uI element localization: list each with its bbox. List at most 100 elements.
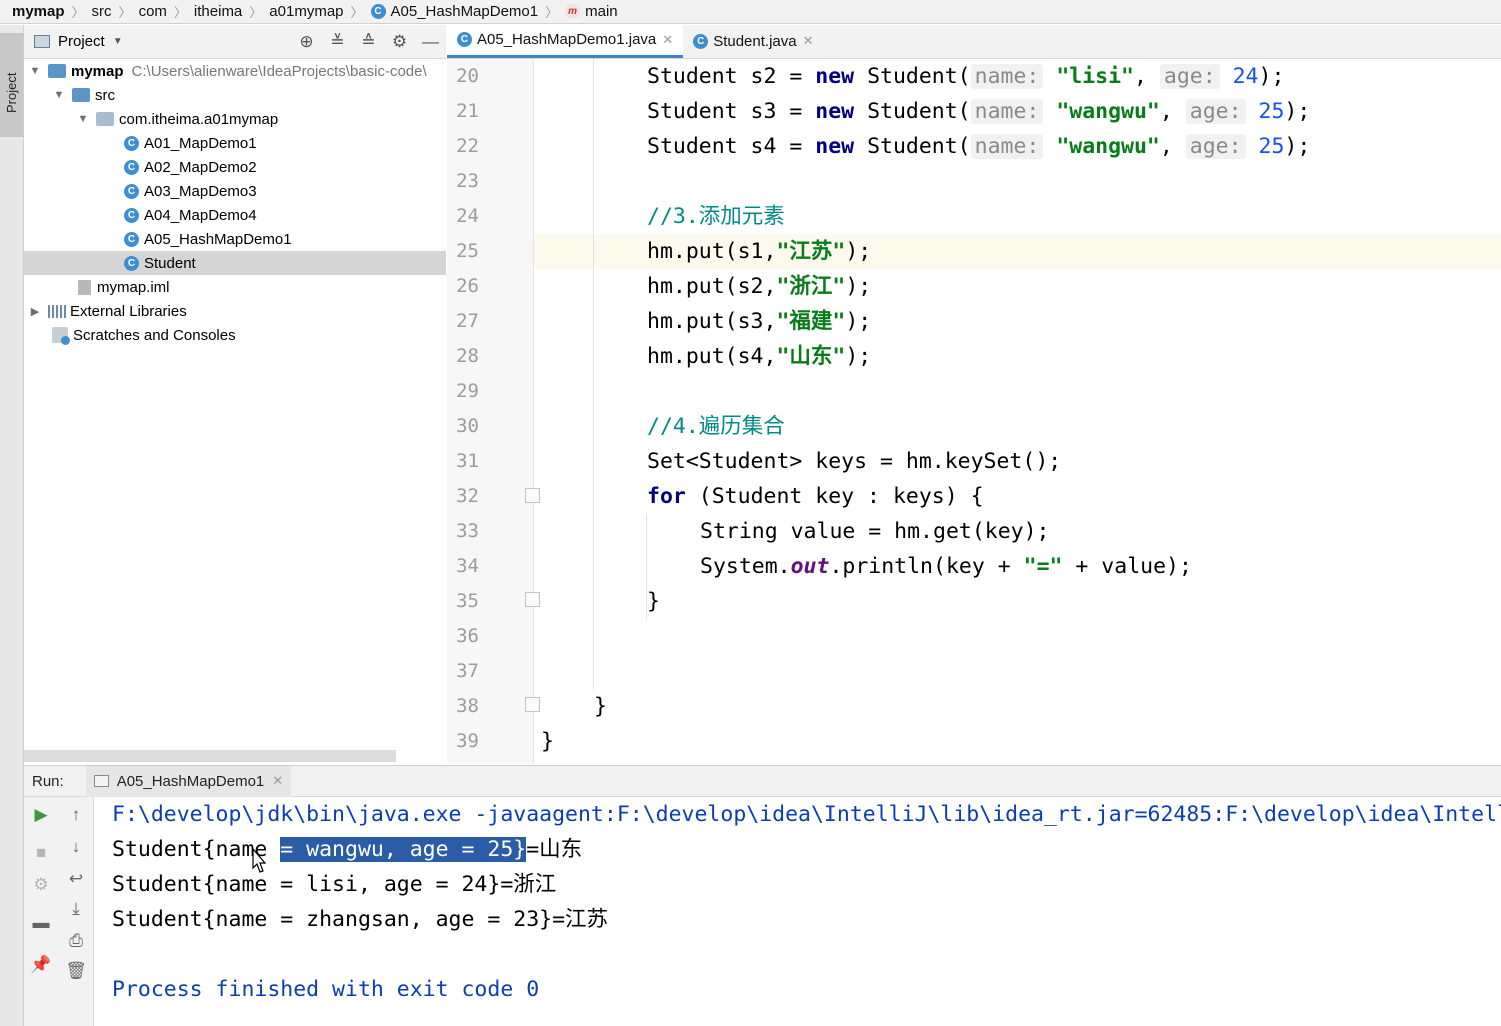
tree-item-label: Scratches and Consoles (73, 326, 236, 344)
console-output-line: Student{name = zhangsan, age = 23}=江苏 (112, 907, 609, 932)
console-output-line: Student{name = lisi, age = 24}=浙江 (112, 872, 557, 897)
line-number: 30 (456, 415, 479, 437)
package-icon (96, 112, 114, 126)
print-icon[interactable]: ⎙ (62, 927, 90, 955)
breadcrumb-separator: 〉 (545, 5, 559, 20)
code-lines: Student s2 = new Student(name: "lisi", a… (535, 59, 1501, 764)
code-line-31: Set<Student> keys = hm.keySet(); (647, 449, 1062, 474)
tree-item-a03[interactable]: C A03_MapDemo3 (24, 179, 446, 203)
breadcrumb-separator: 〉 (118, 5, 132, 20)
code-line-32: for (Student key : keys) { (647, 484, 984, 509)
gear-icon[interactable]: ⚙ (384, 32, 415, 52)
close-icon[interactable]: ✕ (803, 33, 814, 49)
module-folder-icon (48, 64, 66, 78)
run-label: Run: (32, 772, 64, 790)
tree-item-mymap[interactable]: ▼ mymap C:\Users\alienware\IdeaProjects\… (24, 59, 446, 83)
tree-item-iml[interactable]: mymap.iml (24, 275, 446, 299)
rerun-icon[interactable]: ▶ (27, 801, 55, 829)
text-selection: = wangwu, age = 25} (280, 837, 527, 862)
trash-icon[interactable]: 🗑 (62, 957, 90, 985)
line-number: 22 (456, 135, 479, 157)
mouse-cursor-icon (252, 848, 266, 873)
module-file-icon (78, 279, 91, 295)
layout-icon[interactable]: ▬ (27, 909, 55, 937)
code-line-22: Student s4 = new Student(name: "wangwu",… (647, 134, 1311, 159)
console-output-line: Student{name = wangwu, age = 25}=山东 (112, 837, 583, 862)
tree-item-label: A05_HashMapDemo1 (144, 230, 292, 248)
run-console[interactable]: F:\develop\jdk\bin\java.exe -javaagent:F… (94, 797, 1501, 1026)
hide-icon[interactable]: — (415, 32, 446, 52)
process-finished-line: Process finished with exit code 0 (112, 977, 540, 1002)
collapse-all-icon[interactable]: ≙ (353, 32, 384, 52)
close-icon[interactable]: ✕ (662, 32, 673, 48)
code-editor[interactable]: 20 21 22 23 24 25 26 27 28 29 30 31 32 3… (447, 59, 1501, 764)
run-tab-label: A05_HashMapDemo1 (116, 772, 265, 790)
class-icon: C (370, 4, 386, 19)
code-line-34: System.out.println(key + "=" + value); (700, 554, 1192, 579)
tree-item-path: C:\Users\alienware\IdeaProjects\basic-co… (131, 62, 427, 80)
breadcrumb-src[interactable]: src (92, 3, 112, 20)
arrow-down-icon[interactable]: ↓ (62, 833, 90, 861)
restore-layout-icon[interactable]: ⚙ (27, 871, 55, 899)
run-tab-hashmapdemo1[interactable]: A05_HashMapDemo1 ✕ (85, 765, 292, 797)
indent-guide (593, 59, 594, 689)
tab-label: Student.java (713, 32, 797, 50)
code-line-20: Student s2 = new Student(name: "lisi", a… (647, 64, 1285, 89)
project-view-selector[interactable]: Project ▼ (24, 33, 123, 50)
tree-item-a01[interactable]: C A01_MapDemo1 (24, 131, 446, 155)
method-icon: m (565, 4, 581, 19)
source-folder-icon (72, 88, 90, 102)
chevron-down-icon[interactable]: ▼ (52, 89, 66, 101)
chevron-down-icon[interactable]: ▼ (76, 113, 90, 125)
horizontal-scrollbar[interactable] (24, 750, 396, 762)
tree-item-student[interactable]: C Student (24, 251, 446, 275)
tree-item-src[interactable]: ▼ src (24, 83, 446, 107)
tree-item-a04[interactable]: C A04_MapDemo4 (24, 203, 446, 227)
tree-item-a05[interactable]: C A05_HashMapDemo1 (24, 227, 446, 251)
breadcrumb-method[interactable]: m main (565, 3, 618, 20)
line-number: 24 (456, 205, 479, 227)
locate-icon[interactable]: ⊕ (291, 32, 322, 52)
tree-item-scratches[interactable]: Scratches and Consoles (24, 323, 446, 347)
run-config-icon (93, 775, 109, 787)
code-line-27: hm.put(s3,"福建"); (647, 309, 872, 334)
breadcrumb-class-label: A05_HashMapDemo1 (390, 3, 539, 20)
pin-icon[interactable]: 📌 (27, 951, 55, 979)
tree-item-external-libraries[interactable]: ▶ External Libraries (24, 299, 446, 323)
tree-item-a02[interactable]: C A02_MapDemo2 (24, 155, 446, 179)
tab-hashmapdemo1[interactable]: C A05_HashMapDemo1.java ✕ (447, 24, 684, 58)
class-icon: C (124, 255, 139, 271)
arrow-up-icon[interactable]: ↑ (62, 801, 90, 829)
breadcrumb-project[interactable]: mymap (12, 3, 65, 20)
expand-all-icon[interactable]: ≚ (322, 32, 353, 52)
class-icon: C (124, 159, 139, 175)
line-number: 32 (456, 485, 479, 507)
tree-item-label: A01_MapDemo1 (144, 134, 257, 152)
code-line-24: //3.添加元素 (647, 204, 785, 229)
stop-icon[interactable]: ■ (27, 839, 55, 867)
tree-item-label: src (95, 86, 115, 104)
tab-student[interactable]: C Student.java ✕ (683, 24, 823, 58)
breadcrumb-class[interactable]: C A05_HashMapDemo1 (370, 3, 539, 20)
line-number: 39 (456, 730, 479, 752)
chevron-right-icon[interactable]: ▶ (28, 305, 42, 318)
console-command-line: F:\develop\jdk\bin\java.exe -javaagent:F… (112, 802, 1501, 827)
left-tool-stripe: Project (0, 25, 24, 1026)
code-line-30: //4.遍历集合 (647, 414, 785, 439)
project-tool-tab-label: Project (4, 72, 19, 113)
breadcrumb-com[interactable]: com (139, 3, 167, 20)
soft-wrap-icon[interactable]: ↩ (62, 865, 90, 893)
breadcrumb-package[interactable]: a01mymap (269, 3, 343, 20)
breadcrumb-separator: 〉 (249, 5, 263, 20)
chevron-down-icon[interactable]: ▼ (28, 65, 42, 77)
tree-item-label: mymap.iml (97, 278, 170, 296)
breadcrumb-separator: 〉 (71, 5, 85, 20)
line-number: 28 (456, 345, 479, 367)
line-number: 27 (456, 310, 479, 332)
close-icon[interactable]: ✕ (272, 773, 283, 789)
tree-item-package[interactable]: ▼ com.itheima.a01mymap (24, 107, 446, 131)
class-icon: C (124, 207, 139, 223)
scroll-to-end-icon[interactable]: ⤓ (62, 895, 90, 923)
project-tool-tab[interactable]: Project (0, 33, 23, 137)
breadcrumb-itheima[interactable]: itheima (194, 3, 242, 20)
